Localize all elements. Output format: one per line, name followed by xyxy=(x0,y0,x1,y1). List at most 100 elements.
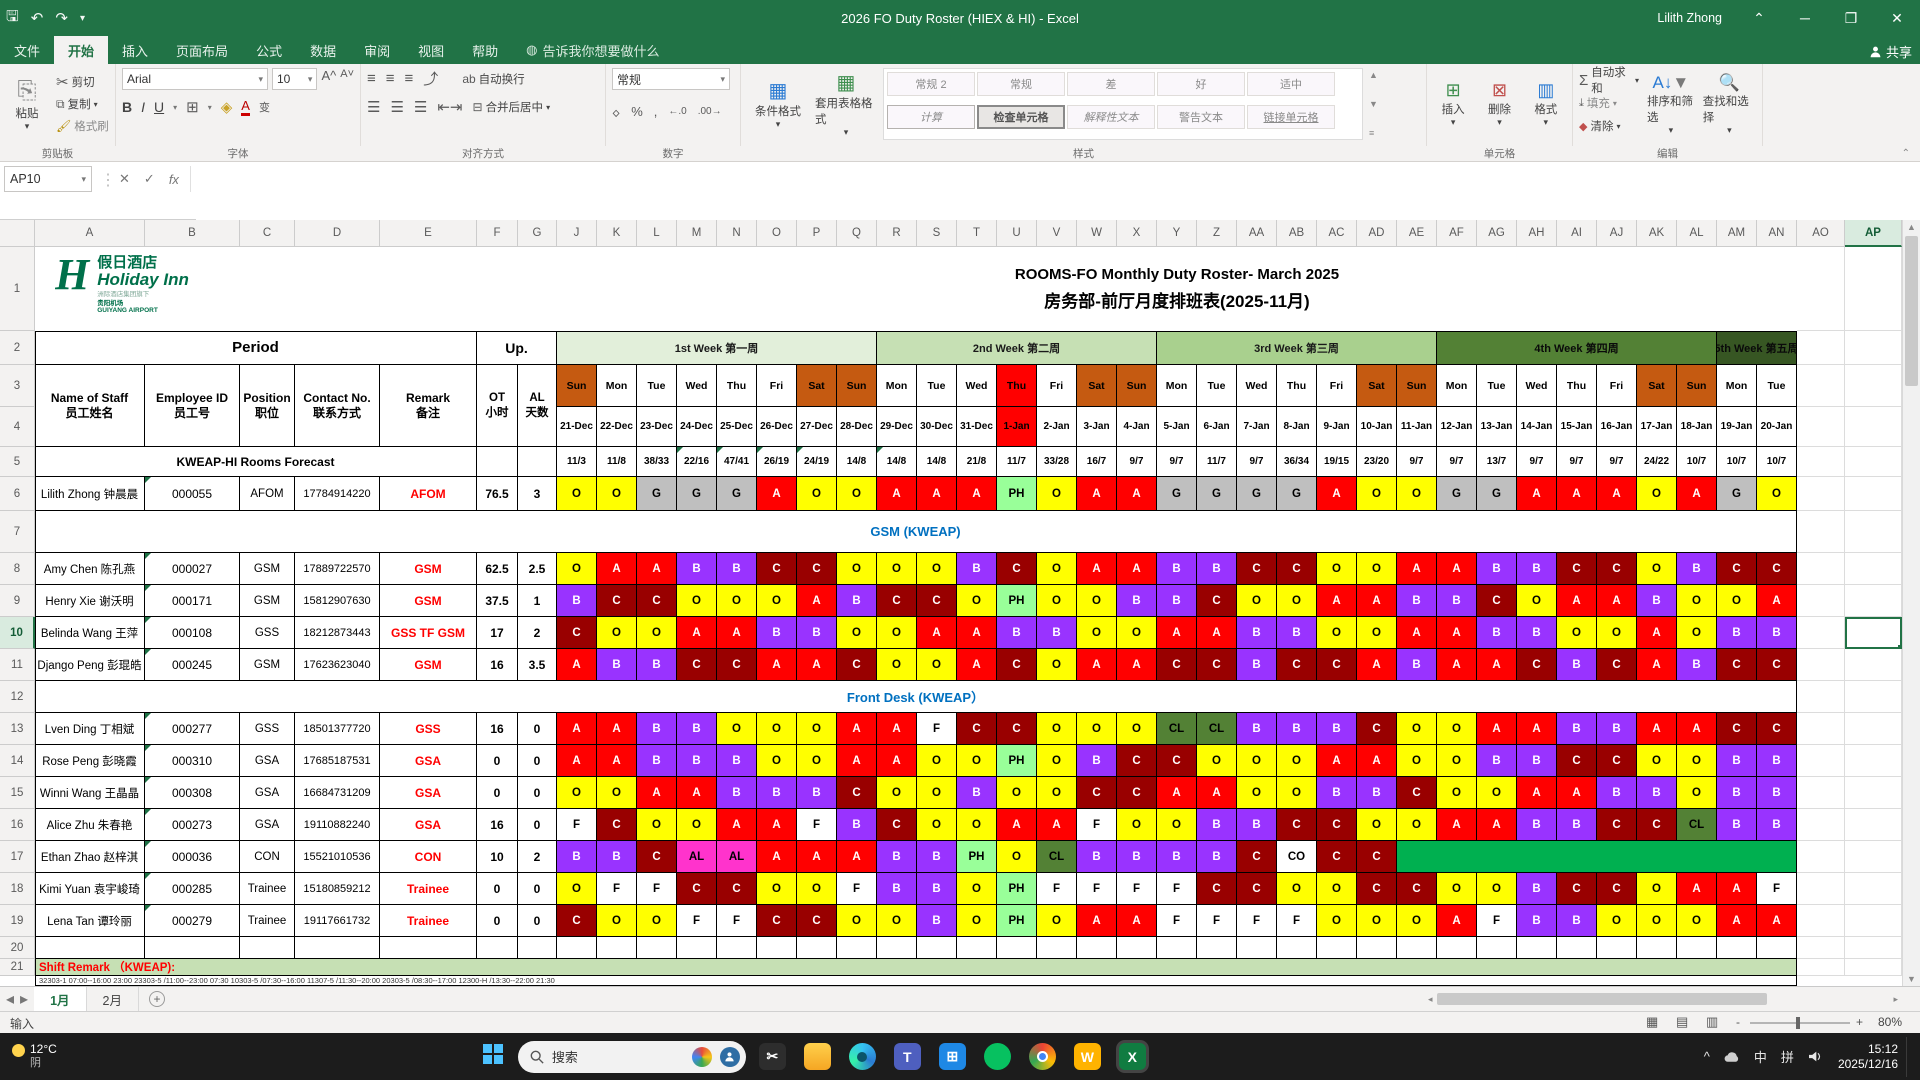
shift-cell[interactable]: A xyxy=(1357,745,1397,777)
cell[interactable] xyxy=(1845,649,1902,681)
column-header[interactable]: B xyxy=(145,220,240,247)
conditional-formatting-button[interactable]: ▦条件格式▾ xyxy=(747,68,809,140)
shift-cell[interactable]: A xyxy=(757,477,797,511)
employee-id-cell[interactable]: 000245 xyxy=(145,649,240,681)
shift-cell[interactable]: C xyxy=(1277,553,1317,585)
taskbar-app-wps-icon[interactable]: W xyxy=(1074,1043,1101,1070)
forecast-cell[interactable]: 11/3 xyxy=(557,447,597,477)
cell[interactable] xyxy=(1845,905,1902,937)
day-name-cell[interactable]: Wed xyxy=(957,365,997,407)
cell[interactable] xyxy=(1845,585,1902,617)
shift-cell[interactable]: O xyxy=(1397,905,1437,937)
hscroll-right-icon[interactable]: ▸ xyxy=(1889,994,1902,1005)
column-header[interactable]: Z xyxy=(1197,220,1237,247)
tab-帮助[interactable]: 帮助 xyxy=(458,36,512,64)
shift-cell[interactable]: O xyxy=(1077,617,1117,649)
shift-cell[interactable]: A xyxy=(1437,617,1477,649)
tab-页面布局[interactable]: 页面布局 xyxy=(162,36,242,64)
paste-button[interactable]: ⎘粘贴▾ xyxy=(6,68,48,140)
forecast-cell[interactable]: 14/8 xyxy=(917,447,957,477)
al-cell[interactable]: 0 xyxy=(518,713,557,745)
cell[interactable] xyxy=(1517,937,1557,959)
shift-cell[interactable]: B xyxy=(557,585,597,617)
ot-cell[interactable]: 16 xyxy=(477,809,518,841)
cell[interactable] xyxy=(1845,407,1902,447)
tab-开始[interactable]: 开始 xyxy=(54,36,108,64)
employee-id-cell[interactable]: 000310 xyxy=(145,745,240,777)
date-cell[interactable]: 6-Jan xyxy=(1197,407,1237,447)
insert-function-icon[interactable]: fx xyxy=(169,172,179,187)
shift-cell[interactable]: C xyxy=(1597,745,1637,777)
cell[interactable] xyxy=(1845,511,1902,553)
forecast-cell[interactable]: 9/7 xyxy=(1557,447,1597,477)
cell-style-适中[interactable]: 适中 xyxy=(1247,72,1335,96)
cell[interactable] xyxy=(1845,247,1902,331)
date-cell[interactable]: 10-Jan xyxy=(1357,407,1397,447)
shift-cell[interactable]: A xyxy=(917,477,957,511)
column-header[interactable]: Y xyxy=(1157,220,1197,247)
bold-button[interactable]: B xyxy=(122,99,132,115)
date-cell[interactable]: 27-Dec xyxy=(797,407,837,447)
shift-cell[interactable]: A xyxy=(1717,873,1757,905)
date-cell[interactable]: 26-Dec xyxy=(757,407,797,447)
ime-language-indicator[interactable]: 中 xyxy=(1754,1047,1767,1066)
align-right-icon[interactable]: ☰ xyxy=(414,98,427,116)
shift-cell[interactable]: O xyxy=(1437,777,1477,809)
shift-cell[interactable]: O xyxy=(1397,713,1437,745)
row-header[interactable]: 19 xyxy=(0,905,35,937)
al-cell[interactable]: 2 xyxy=(518,841,557,873)
shift-cell[interactable]: B xyxy=(1597,777,1637,809)
date-cell[interactable]: 5-Jan xyxy=(1157,407,1197,447)
shift-cell[interactable]: C xyxy=(1597,873,1637,905)
shift-cell[interactable]: C xyxy=(1757,713,1797,745)
row-header[interactable]: 18 xyxy=(0,873,35,905)
column-header[interactable]: AG xyxy=(1477,220,1517,247)
shift-cell[interactable]: A xyxy=(1557,777,1597,809)
merged-shift-block[interactable] xyxy=(1397,841,1797,873)
shift-cell[interactable]: O xyxy=(837,477,877,511)
cell-style-检查单元格[interactable]: 检查单元格 xyxy=(977,105,1065,129)
shift-cell[interactable]: A xyxy=(1517,777,1557,809)
shift-cell[interactable]: CL xyxy=(1677,809,1717,841)
shift-cell[interactable]: PH xyxy=(997,477,1037,511)
cell[interactable] xyxy=(1317,937,1357,959)
shift-cell[interactable]: O xyxy=(1237,745,1277,777)
shift-cell[interactable]: F xyxy=(1077,809,1117,841)
shift-cell[interactable]: B xyxy=(1397,649,1437,681)
format-painter-button[interactable]: 🖌格式刷 xyxy=(56,116,109,136)
shift-cell[interactable]: PH xyxy=(997,745,1037,777)
shift-cell[interactable]: B xyxy=(1117,585,1157,617)
shift-cell[interactable]: O xyxy=(1317,617,1357,649)
day-name-cell[interactable]: Tue xyxy=(1757,365,1797,407)
shift-cell[interactable]: G xyxy=(677,477,717,511)
cell[interactable] xyxy=(717,937,757,959)
sheet-tab-2月[interactable]: 2月 xyxy=(87,987,139,1011)
column-header[interactable]: K xyxy=(597,220,637,247)
position-cell[interactable]: Trainee xyxy=(240,905,295,937)
forecast-cell[interactable]: 47/41 xyxy=(717,447,757,477)
shift-cell[interactable]: C xyxy=(957,713,997,745)
staff-name-cell[interactable]: Rose Peng 彭晓霞 xyxy=(35,745,145,777)
position-cell[interactable]: GSA xyxy=(240,777,295,809)
shift-cell[interactable]: A xyxy=(1677,713,1717,745)
position-cell[interactable]: GSM xyxy=(240,649,295,681)
shift-cell[interactable]: O xyxy=(1037,585,1077,617)
contact-cell[interactable]: 17623623040 xyxy=(295,649,380,681)
shift-cell[interactable]: O xyxy=(1637,873,1677,905)
scroll-up-icon[interactable]: ▲ xyxy=(1907,222,1916,232)
shift-cell[interactable]: C xyxy=(837,777,877,809)
row-header[interactable]: 11 xyxy=(0,649,35,681)
shift-cell[interactable]: C xyxy=(1197,649,1237,681)
staff-name-cell[interactable]: Winni Wang 王晶晶 xyxy=(35,777,145,809)
enter-icon[interactable]: ✓ xyxy=(144,171,155,187)
minimize-button[interactable]: ─ xyxy=(1782,0,1828,36)
shift-cell[interactable]: B xyxy=(877,841,917,873)
column-header[interactable]: AM xyxy=(1717,220,1757,247)
shift-cell[interactable]: B xyxy=(797,617,837,649)
shift-cell[interactable]: O xyxy=(877,777,917,809)
shift-cell[interactable]: O xyxy=(637,905,677,937)
shift-cell[interactable]: O xyxy=(1277,777,1317,809)
shift-cell[interactable]: O xyxy=(1677,905,1717,937)
shift-cell[interactable]: C xyxy=(1717,553,1757,585)
shift-cell[interactable]: A xyxy=(1077,553,1117,585)
